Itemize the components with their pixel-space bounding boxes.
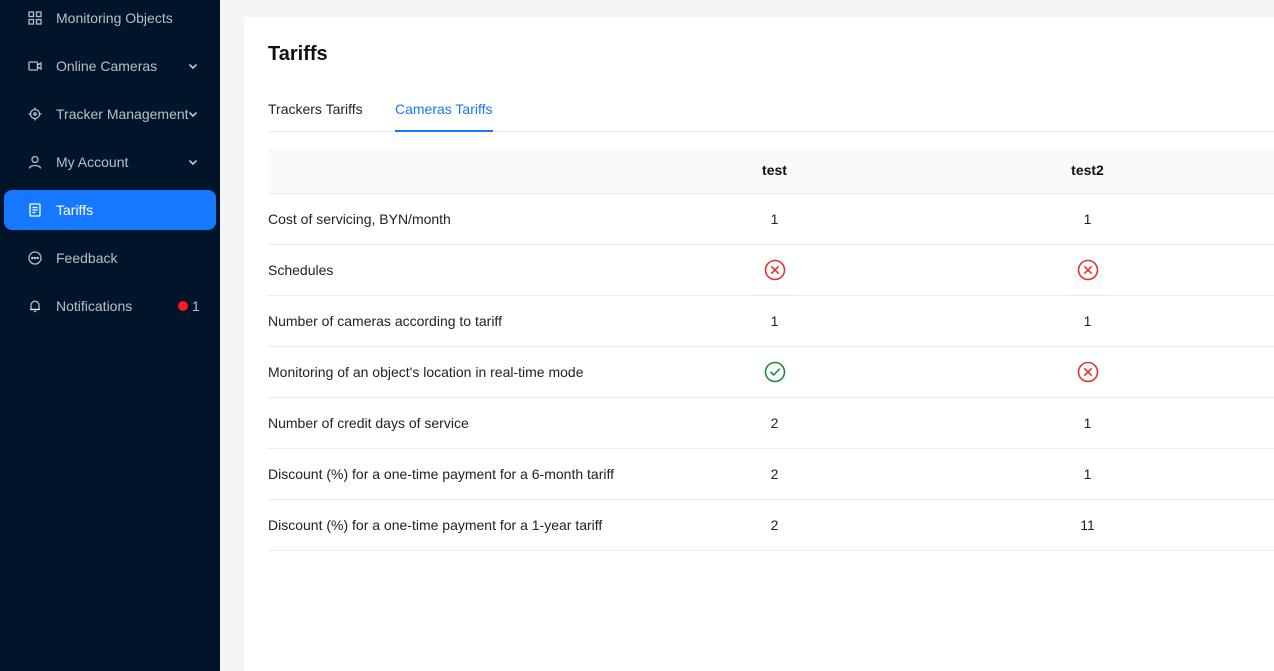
grid-icon xyxy=(28,11,42,25)
value-cell: 1 xyxy=(618,295,931,347)
feature-name: Number of cameras according to tariff xyxy=(268,295,618,347)
table-row: Number of credit days of service 2 1 xyxy=(268,397,1274,449)
feature-name: Schedules xyxy=(268,244,618,296)
status-cell xyxy=(931,244,1244,296)
row-padding-cell xyxy=(1244,499,1274,551)
page-title: Tariffs xyxy=(268,43,328,65)
notification-count: 1 xyxy=(192,298,200,314)
check-circle-icon xyxy=(764,361,786,383)
value-cell: 1 xyxy=(931,397,1244,449)
sidebar-item-label: Monitoring Objects xyxy=(56,10,173,26)
table-row: Number of cameras according to tariff 1 1 xyxy=(268,295,1274,347)
feature-name: Discount (%) for a one-time payment for … xyxy=(268,448,618,500)
table-row: Discount (%) for a one-time payment for … xyxy=(268,499,1274,551)
sidebar: Monitoring Objects Online Cameras Tracke… xyxy=(0,0,220,671)
receipt-icon xyxy=(28,203,42,217)
tab-trackers-tariffs[interactable]: Trackers Tariffs xyxy=(268,101,363,132)
cross-circle-icon xyxy=(1077,259,1099,281)
value-cell: 2 xyxy=(618,397,931,449)
sidebar-item-monitoring-objects[interactable]: Monitoring Objects xyxy=(4,0,216,38)
status-cell xyxy=(618,244,931,296)
cross-circle-icon xyxy=(1077,361,1099,383)
feature-name: Number of credit days of service xyxy=(268,397,618,449)
row-padding-cell xyxy=(1244,448,1274,500)
value-cell: 2 xyxy=(618,448,931,500)
row-padding-cell xyxy=(1244,244,1274,296)
status-cell xyxy=(931,346,1244,398)
user-icon xyxy=(28,155,42,169)
row-padding-cell xyxy=(1244,295,1274,347)
notification-dot xyxy=(178,301,188,311)
chevron-down-icon xyxy=(187,60,199,72)
sidebar-item-label: Tariffs xyxy=(56,202,94,218)
value-cell: 1 xyxy=(931,193,1244,245)
sidebar-item-notifications[interactable]: Notifications 1 xyxy=(4,286,216,326)
sidebar-item-tariffs[interactable]: Tariffs xyxy=(4,190,216,230)
column-header-test2: test2 xyxy=(931,148,1244,194)
value-cell: 1 xyxy=(618,193,931,245)
tabs-bar: Trackers Tariffs Cameras Tariffs xyxy=(268,97,1274,132)
value-cell: 2 xyxy=(618,499,931,551)
value-cell: 11 xyxy=(931,499,1244,551)
feature-name: Discount (%) for a one-time payment for … xyxy=(268,499,618,551)
row-padding-cell xyxy=(1244,346,1274,398)
table-row: Cost of servicing, BYN/month 1 1 xyxy=(268,193,1274,245)
status-cell xyxy=(618,346,931,398)
tab-cameras-tariffs[interactable]: Cameras Tariffs xyxy=(395,101,493,132)
cross-circle-icon xyxy=(764,259,786,281)
row-padding-cell xyxy=(1244,193,1274,245)
chevron-down-icon xyxy=(187,108,199,120)
main-content: Tariffs Trackers Tariffs Cameras Tariffs… xyxy=(244,17,1274,671)
target-icon xyxy=(28,107,42,121)
table-header-row: test test2 xyxy=(268,148,1274,194)
sidebar-item-tracker-management[interactable]: Tracker Management xyxy=(4,94,216,134)
sidebar-item-feedback[interactable]: Feedback xyxy=(4,238,216,278)
column-header-test: test xyxy=(618,148,931,194)
sidebar-item-label: Feedback xyxy=(56,250,118,266)
table-row: Discount (%) for a one-time payment for … xyxy=(268,448,1274,500)
table-row: Schedules xyxy=(268,244,1274,296)
sidebar-item-my-account[interactable]: My Account xyxy=(4,142,216,182)
table-row: Monitoring of an object's location in re… xyxy=(268,346,1274,398)
feature-name: Cost of servicing, BYN/month xyxy=(268,193,618,245)
bell-icon xyxy=(28,299,42,313)
chevron-down-icon xyxy=(187,156,199,168)
feature-name: Monitoring of an object's location in re… xyxy=(268,346,618,398)
video-camera-icon xyxy=(28,59,42,73)
row-padding-cell xyxy=(1244,397,1274,449)
column-header-feature xyxy=(268,148,618,194)
value-cell: 1 xyxy=(931,448,1244,500)
sidebar-item-online-cameras[interactable]: Online Cameras xyxy=(4,46,216,86)
value-cell: 1 xyxy=(931,295,1244,347)
chat-icon xyxy=(28,251,42,265)
tariffs-table: test test2 Cost of servicing, BYN/month 1… xyxy=(268,148,1274,551)
